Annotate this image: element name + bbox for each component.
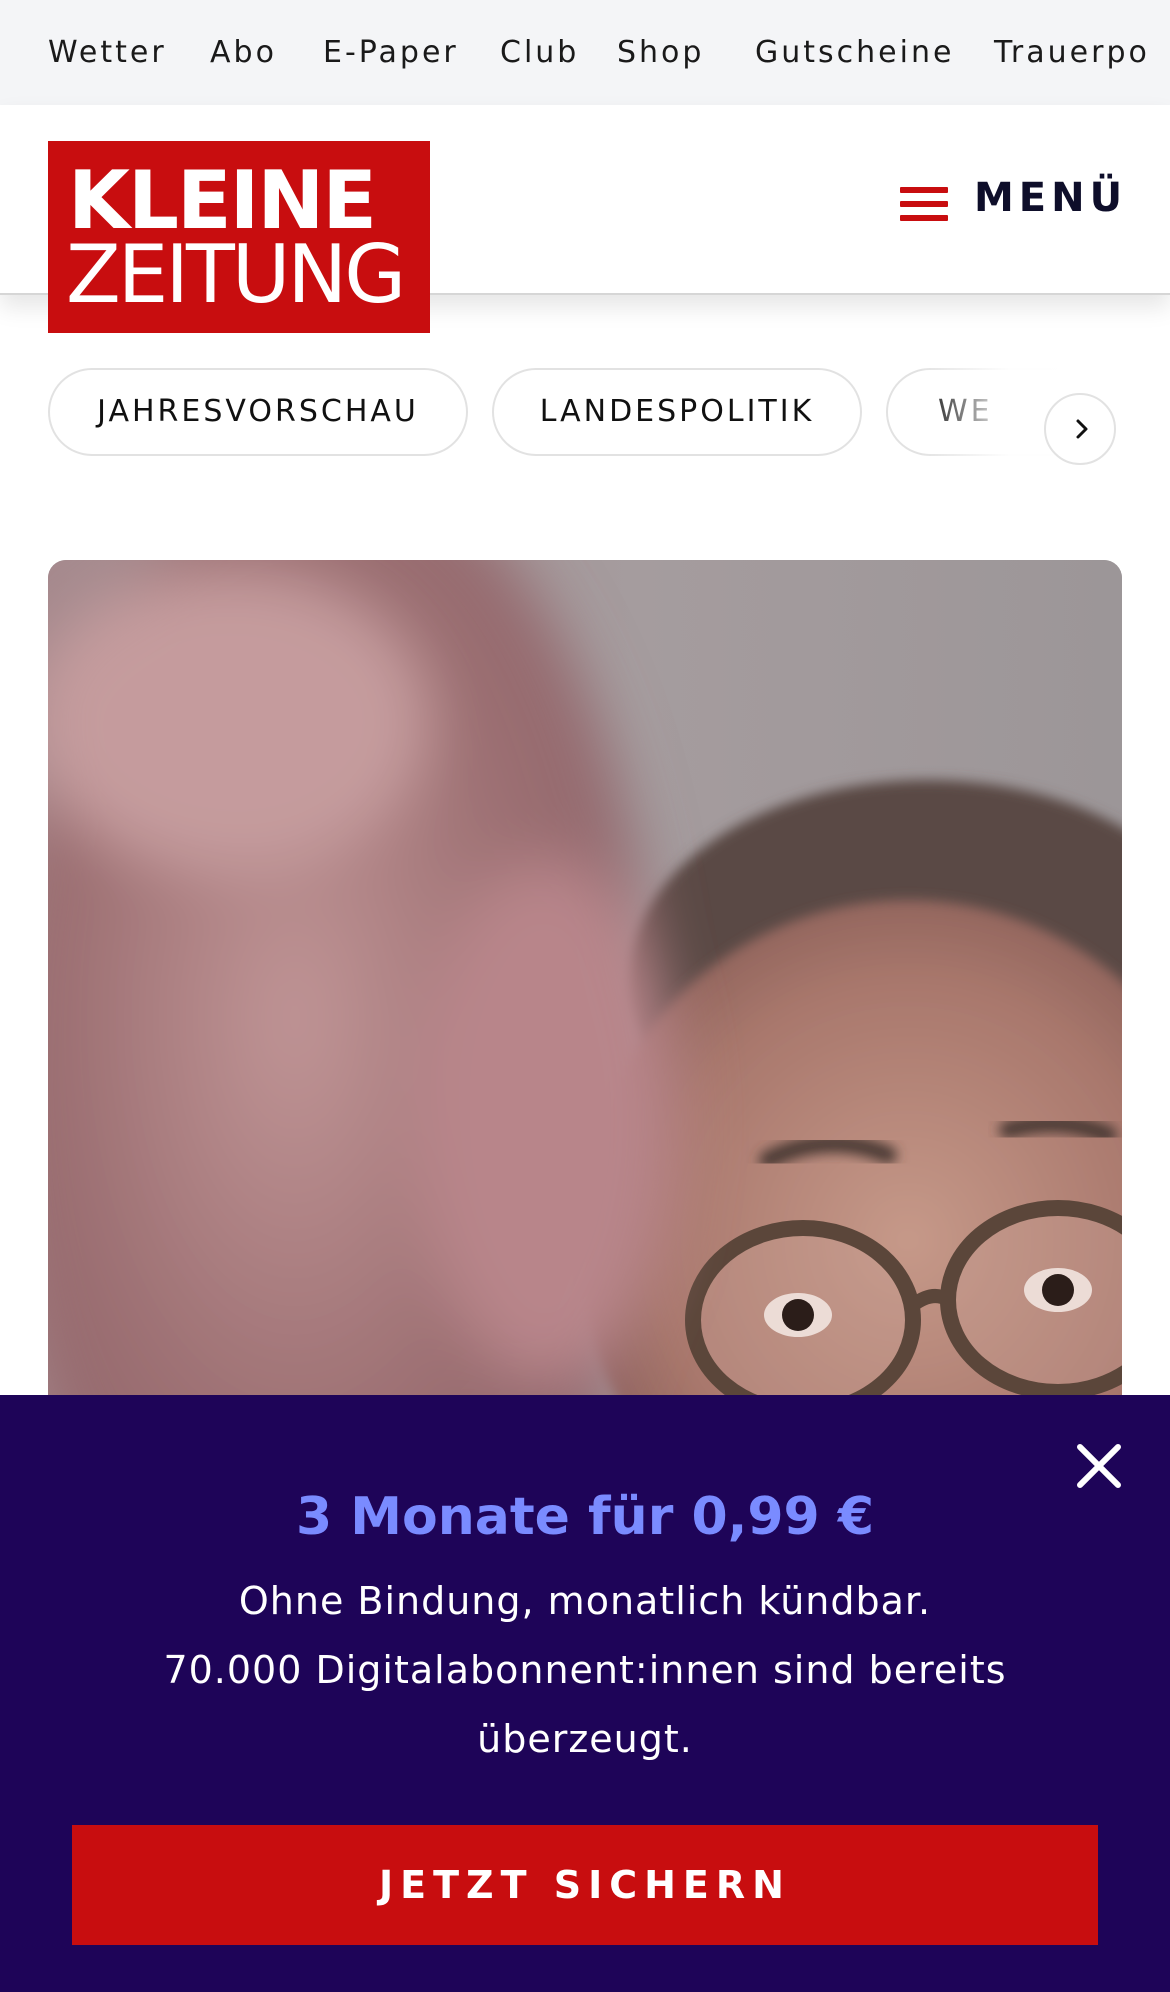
pills-next-button[interactable]	[1044, 393, 1116, 465]
top-utility-nav: Wetter Abo E-Paper Club Shop Gutscheine …	[0, 0, 1170, 105]
promo-line-2: 70.000 Digitalabonnent:innen sind bereit…	[163, 1648, 1007, 1761]
nav-link-gutscheine[interactable]: Gutscheine	[755, 0, 954, 105]
category-pill-landespolitik[interactable]: LANDESPOLITIK	[492, 368, 862, 456]
nav-link-abo[interactable]: Abo	[210, 0, 277, 105]
nav-link-club[interactable]: Club	[500, 0, 579, 105]
menu-label: MENÜ	[974, 175, 1128, 221]
logo-line-2: ZEITUNG	[66, 228, 406, 321]
nav-link-wetter[interactable]: Wetter	[48, 0, 167, 105]
hamburger-icon	[900, 187, 948, 223]
chevron-right-icon	[1076, 419, 1088, 439]
site-logo[interactable]: KLEINE ZEITUNG	[48, 141, 430, 333]
promo-cta-button[interactable]: JETZT SICHERN	[72, 1825, 1098, 1945]
nav-link-trauerportal[interactable]: Trauerpo	[994, 0, 1150, 105]
nav-link-shop[interactable]: Shop	[617, 0, 704, 105]
promo-headline: 3 Monate für 0,99 €	[295, 1487, 875, 1547]
category-pill-jahresvorschau[interactable]: JAHRESVORSCHAU	[48, 368, 468, 456]
menu-button[interactable]: MENÜ	[898, 165, 1122, 237]
promo-line-1: Ohne Bindung, monatlich kündbar.	[238, 1579, 932, 1623]
promo-description: Ohne Bindung, monatlich kündbar. 70.000 …	[120, 1567, 1050, 1774]
subscription-promo-banner: 3 Monate für 0,99 € Ohne Bindung, monatl…	[0, 1395, 1170, 1992]
nav-link-epaper[interactable]: E-Paper	[323, 0, 459, 105]
site-header: KLEINE ZEITUNG MENÜ	[0, 105, 1170, 333]
